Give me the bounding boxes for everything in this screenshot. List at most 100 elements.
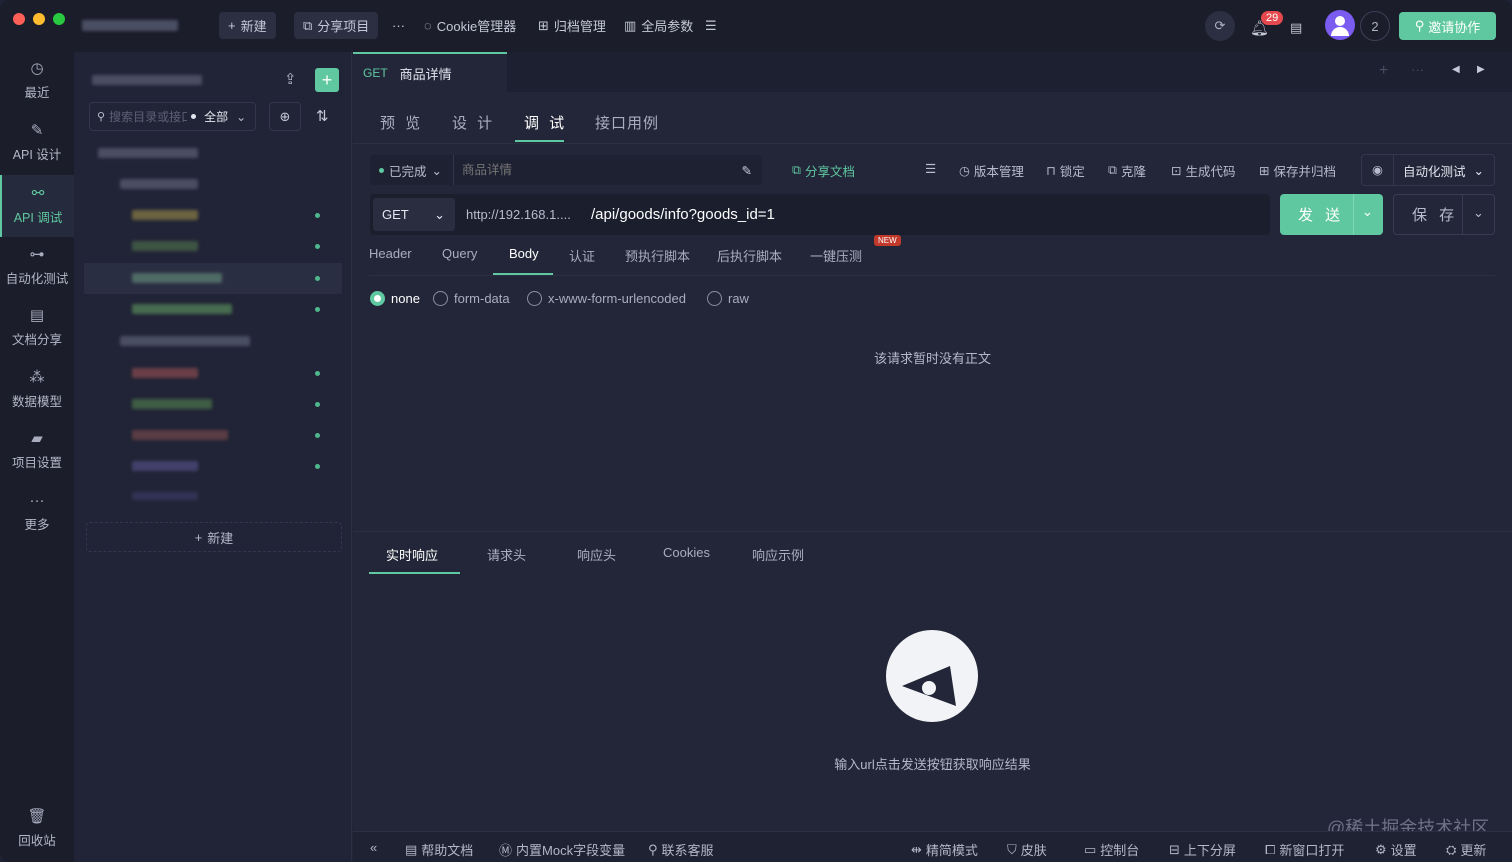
indent-button[interactable]: ☰ <box>925 161 936 176</box>
help-docs-button[interactable]: ▤ 帮助文档 <box>405 840 473 859</box>
support-button[interactable]: ⚲ 联系客服 <box>648 840 714 859</box>
tree-row[interactable] <box>84 389 342 420</box>
body-type-form-data[interactable]: form-data <box>433 291 510 306</box>
project-selector-blurred[interactable] <box>92 75 202 85</box>
tab-debug[interactable]: 调 试 <box>524 112 567 133</box>
body-type-raw[interactable]: raw <box>707 291 749 306</box>
tab-request-headers[interactable]: 请求头 <box>487 545 526 564</box>
nav-item-api-design[interactable]: ✎ API 设计 <box>0 114 74 172</box>
nav-item-recent[interactable]: ◷ 最近 <box>0 52 74 110</box>
tab-query[interactable]: Query <box>442 246 477 261</box>
collapse-icon[interactable]: « <box>370 840 377 855</box>
tab-post-script[interactable]: 后执行脚本 <box>717 246 782 265</box>
filter-select[interactable]: 全部 <box>204 108 228 125</box>
tab-preview[interactable]: 预 览 <box>380 112 423 133</box>
save-dropdown-icon[interactable]: ⌄ <box>1473 205 1484 221</box>
tree-row[interactable] <box>84 482 342 513</box>
new-button[interactable]: + 新建 <box>219 12 276 39</box>
base-url[interactable]: http://192.168.1.... <box>466 207 571 222</box>
skin-button[interactable]: ⛉ 皮肤 <box>1007 840 1047 859</box>
share-project-button[interactable]: ⧉ 分享项目 <box>294 12 379 39</box>
save-button[interactable]: 保 存 ⌄ <box>1393 194 1495 235</box>
tab-cookies[interactable]: Cookies <box>663 545 710 560</box>
nav-item-data-model[interactable]: ⁂ 数据模型 <box>0 361 74 419</box>
tab-auth[interactable]: 认证 <box>569 246 595 265</box>
tree-row-selected[interactable] <box>84 263 342 294</box>
body-type-none[interactable]: none <box>370 291 420 306</box>
eye-icon[interactable]: ◉ <box>1362 155 1394 185</box>
minimize-window-button[interactable] <box>33 13 45 25</box>
share-doc-button[interactable]: ⧉ 分享文档 <box>792 161 855 180</box>
nav-item-doc-share[interactable]: ▤ 文档分享 <box>0 299 74 357</box>
tab-body[interactable]: Body <box>509 246 539 261</box>
console-button[interactable]: ▭ 控制台 <box>1084 840 1139 859</box>
collapse-menu-button[interactable]: ☰ <box>705 12 717 39</box>
tab-prev-icon[interactable]: ◀ <box>1452 64 1460 75</box>
tab-more-icon[interactable]: ··· <box>1411 62 1424 77</box>
notes-button[interactable]: ▤ <box>1290 14 1302 41</box>
tab-response-headers[interactable]: 响应头 <box>577 545 616 564</box>
add-tab-icon[interactable]: + <box>1379 62 1388 80</box>
send-dropdown-icon[interactable]: ⌄ <box>1362 204 1373 220</box>
method-select[interactable]: GET ⌄ <box>373 198 455 231</box>
auto-test-select[interactable]: ◉ 自动化测试 ⌄ <box>1361 154 1495 186</box>
import-icon[interactable]: ⇪ <box>284 70 297 88</box>
tree-row[interactable] <box>84 200 342 231</box>
tab-stress-test[interactable]: 一键压测 <box>810 246 862 265</box>
split-button[interactable]: ⊟ 上下分屏 <box>1169 840 1236 859</box>
lock-button[interactable]: ⊓ 锁定 <box>1046 161 1085 180</box>
nav-item-recycle[interactable]: 🗑︎ 回收站 <box>0 800 74 858</box>
tree-row[interactable] <box>84 358 342 389</box>
cookie-manager-button[interactable]: ◌ Cookie管理器 <box>424 12 516 39</box>
more-menu-button[interactable]: ··· <box>392 12 405 39</box>
close-window-button[interactable] <box>13 13 25 25</box>
sort-button[interactable]: ⇅ <box>316 107 329 125</box>
api-name-input[interactable] <box>462 163 722 177</box>
clone-button[interactable]: ⧉ 克隆 <box>1108 161 1146 180</box>
invite-button[interactable]: ⚲ 邀请协作 <box>1399 12 1496 40</box>
member-count[interactable]: 2 <box>1360 11 1390 41</box>
tab-cases[interactable]: 接口用例 <box>595 112 659 133</box>
avatar[interactable] <box>1325 10 1355 40</box>
tab-next-icon[interactable]: ▶ <box>1477 64 1485 75</box>
body-type-urlencoded[interactable]: x-www-form-urlencoded <box>527 291 686 306</box>
nav-item-more[interactable]: ··· 更多 <box>0 484 74 542</box>
locate-button[interactable]: ⊕ <box>269 102 301 131</box>
nav-item-project-settings[interactable]: ▰ 项目设置 <box>0 422 74 480</box>
add-button[interactable]: + <box>315 68 339 92</box>
nav-item-api-debug[interactable]: ⚯ API 调试 <box>0 175 74 237</box>
save-archive-button[interactable]: ⊞ 保存并归档 <box>1259 161 1336 180</box>
sync-button[interactable]: ⟳ <box>1205 11 1235 41</box>
tab-realtime-response[interactable]: 实时响应 <box>386 545 438 564</box>
tree-row[interactable] <box>84 451 342 482</box>
tab-header[interactable]: Header <box>369 246 412 261</box>
tree-search[interactable]: ⚲ 全部 ⌄ <box>89 102 256 131</box>
status-select[interactable]: 已完成 ⌄ <box>370 155 454 185</box>
mock-vars-button[interactable]: Ⓜ 内置Mock字段变量 <box>499 840 625 859</box>
nav-item-auto-test[interactable]: ⊶ 自动化测试 <box>0 238 74 296</box>
settings-button[interactable]: ⚙ 设置 <box>1375 840 1417 859</box>
archive-manager-button[interactable]: ⊞ 归档管理 <box>538 12 606 39</box>
tree-row[interactable] <box>84 420 342 451</box>
tree-row[interactable] <box>84 326 342 357</box>
global-params-button[interactable]: ▥ 全局参数 <box>624 12 693 39</box>
search-input[interactable] <box>109 109 188 124</box>
tree-new-button[interactable]: + 新建 <box>86 522 342 552</box>
update-button[interactable]: ⛭ 更新 <box>1446 840 1486 859</box>
new-window-button[interactable]: ⧠ 新窗口打开 <box>1265 840 1344 859</box>
tab-design[interactable]: 设 计 <box>452 112 495 133</box>
version-button[interactable]: ◷ 版本管理 <box>959 161 1024 180</box>
tree-row[interactable] <box>84 294 342 325</box>
doc-tab-active[interactable]: GET 商品详情 <box>353 52 507 92</box>
edit-note-icon[interactable]: ✎ <box>742 163 752 178</box>
tree-row[interactable] <box>84 169 342 200</box>
tree-row[interactable] <box>84 231 342 262</box>
send-button[interactable]: 发 送 ⌄ <box>1280 194 1383 235</box>
tab-pre-script[interactable]: 预执行脚本 <box>625 246 690 265</box>
maximize-window-button[interactable] <box>53 13 65 25</box>
tree-row[interactable] <box>84 138 342 169</box>
url-path-input[interactable]: /api/goods/info?goods_id=1 <box>591 206 775 223</box>
simple-mode-button[interactable]: ⇹ 精简模式 <box>911 840 978 859</box>
project-name-blurred[interactable] <box>82 20 178 31</box>
tab-response-examples[interactable]: 响应示例 <box>752 545 804 564</box>
